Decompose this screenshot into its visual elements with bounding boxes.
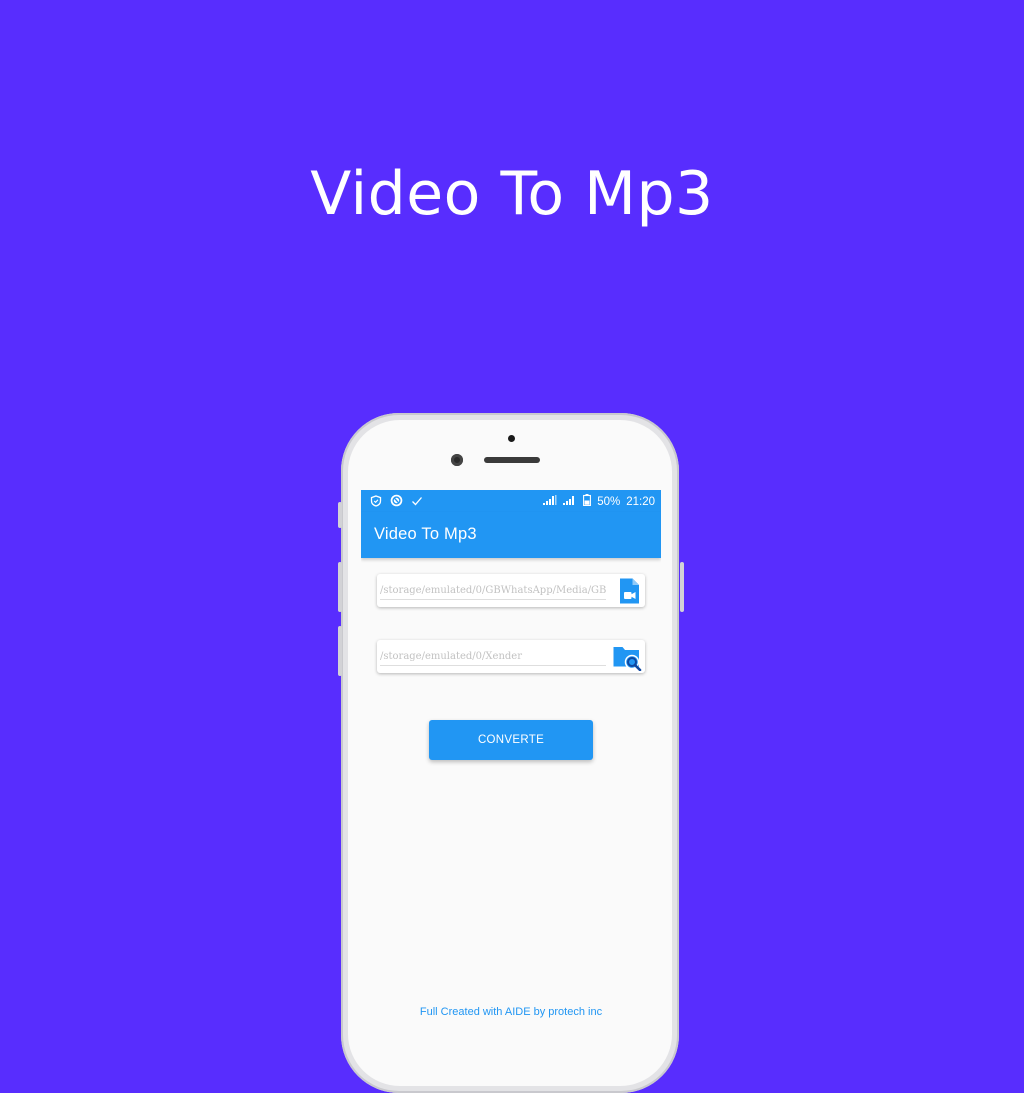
- promo-title: Video To Mp3: [310, 159, 714, 229]
- video-file-icon[interactable]: [615, 577, 643, 605]
- output-folder-card: [377, 640, 645, 673]
- status-right-indicators: 50% 21:20: [543, 494, 655, 509]
- convert-button[interactable]: CONVERTE: [429, 720, 593, 760]
- check-icon: [411, 495, 423, 510]
- output-folder-input[interactable]: [380, 647, 606, 666]
- battery-icon: [583, 494, 592, 509]
- phone-screen: 50% 21:20 Video To Mp3 CONVE: [361, 490, 661, 1024]
- signal-icon: [563, 495, 577, 508]
- app-bar: Video To Mp3: [361, 512, 661, 558]
- phone-volume-down-button: [338, 626, 342, 676]
- phone-power-button: [680, 562, 684, 612]
- block-icon: [390, 494, 403, 510]
- status-bar: 50% 21:20: [361, 490, 661, 512]
- folder-search-icon[interactable]: [612, 643, 642, 672]
- clock: 21:20: [626, 495, 655, 508]
- battery-percentage: 50%: [597, 495, 621, 508]
- video-path-input[interactable]: [380, 581, 606, 600]
- video-path-card: [377, 574, 645, 607]
- phone-side-button: [338, 502, 342, 528]
- footer-credit: Full Created with AIDE by protech inc: [419, 1006, 603, 1018]
- signal-icon: [543, 495, 557, 508]
- earpiece-speaker: [484, 457, 540, 463]
- shield-icon: [370, 494, 382, 510]
- phone-volume-up-button: [338, 562, 342, 612]
- status-left-icons: [370, 494, 423, 510]
- proximity-sensor: [508, 435, 515, 442]
- front-camera: [451, 454, 463, 466]
- app-title: Video To Mp3: [374, 525, 477, 543]
